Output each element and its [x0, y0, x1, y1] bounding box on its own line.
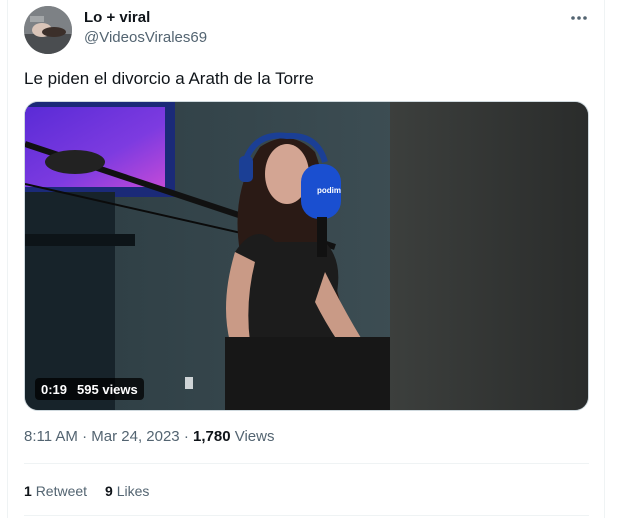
views-count: 1,780 [193, 428, 231, 445]
meta-separator: · [82, 428, 88, 445]
views-label: Views [234, 428, 275, 445]
video-info-overlay: 0:19 595 views [35, 378, 144, 400]
likes-label: Likes [116, 483, 150, 499]
retweets-stat[interactable]: 1 Retweet [24, 481, 87, 501]
mic-brand-label: podim [317, 186, 341, 195]
avatar-image [24, 6, 72, 54]
author-display-name[interactable]: Lo + viral [84, 9, 150, 27]
video-player[interactable]: podim 0:19 595 views [24, 101, 589, 411]
more-options-button[interactable] [565, 8, 593, 28]
likes-stat[interactable]: 9 Likes [105, 481, 149, 501]
tweet-text: Le piden el divorcio a Arath de la Torre [24, 69, 314, 88]
video-thumbnail: podim [25, 102, 588, 410]
divider [24, 463, 589, 464]
retweets-count: 1 [24, 483, 32, 499]
retweets-label: Retweet [35, 483, 88, 499]
likes-count: 9 [105, 483, 113, 499]
meta-separator-2: · [183, 428, 189, 445]
author-handle[interactable]: @VideosVirales69 [84, 29, 207, 47]
avatar[interactable] [24, 6, 72, 54]
video-view-count: 595 views [77, 381, 138, 397]
tweet-time[interactable]: 8:11 AM [24, 428, 78, 445]
engagement-stats: 1 Retweet 9 Likes [24, 481, 149, 501]
video-duration: 0:19 [41, 381, 68, 397]
more-options-icon [571, 16, 587, 20]
tweet-date[interactable]: Mar 24, 2023 [91, 428, 179, 445]
tweet-card: Lo + viral @VideosVirales69 Le piden el … [7, 0, 605, 518]
tweet-metadata: 8:11 AM · Mar 24, 2023 · 1,780 Views [24, 427, 274, 447]
divider-bottom [24, 515, 589, 516]
